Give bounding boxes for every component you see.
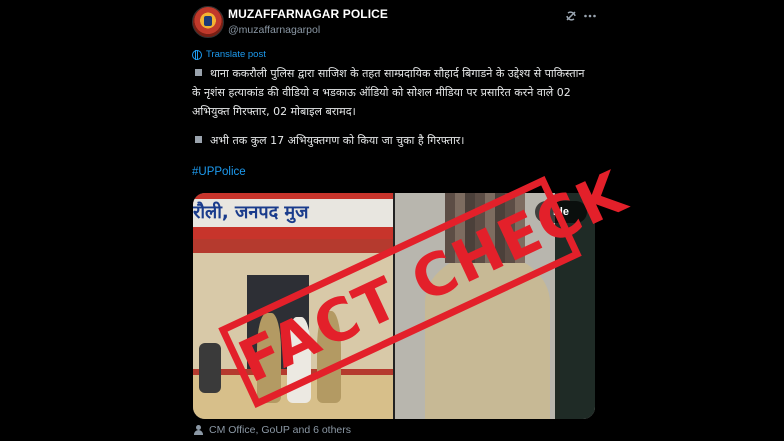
hide-button[interactable]: ide	[535, 201, 587, 223]
officer-figure	[317, 311, 341, 403]
more-icon[interactable]	[583, 9, 597, 23]
bullet-square-icon	[195, 136, 202, 143]
background-wall	[555, 193, 595, 419]
post-card: MUZAFFARNAGAR POLICE @muzaffarnagarpol T…	[178, 0, 608, 441]
grok-icon[interactable]	[564, 9, 578, 23]
station-signboard: रौली, जनपद मुज	[193, 193, 393, 239]
post-paragraph-1: थाना ककरौली पुलिस द्वारा साजिश के तहत सा…	[192, 67, 585, 118]
accused-figure	[287, 317, 311, 403]
hashtag-link[interactable]: #UPPolice	[192, 166, 246, 178]
accused-shirt	[425, 253, 550, 419]
blurred-face	[445, 193, 525, 263]
post-text-2: अभी तक कुल 17 अभियुक्तगण को किया जा चुका…	[192, 131, 592, 150]
tagged-people-label: CM Office, GoUP and 6 others	[209, 424, 352, 436]
accused-photo[interactable]: ide	[395, 193, 595, 419]
police-station-photo[interactable]: रौली, जनपद मुज	[193, 193, 393, 419]
globe-icon	[192, 49, 202, 60]
post-media[interactable]: रौली, जनपद मुज ide	[193, 193, 595, 419]
post-text: थाना ककरौली पुलिस द्वारा साजिश के तहत सा…	[192, 64, 592, 121]
station-awning	[193, 239, 393, 253]
motorbike	[199, 343, 221, 393]
translate-label: Translate post	[206, 49, 266, 60]
signboard-text: रौली, जनपद मुज	[193, 199, 393, 227]
tagged-people[interactable]: CM Office, GoUP and 6 others	[194, 424, 351, 436]
person-tag-icon	[194, 425, 203, 435]
author-name[interactable]: MUZAFFARNAGAR POLICE	[228, 7, 388, 21]
bullet-square-icon	[195, 69, 202, 76]
author-handle[interactable]: @muzaffarnagarpol	[228, 24, 320, 36]
officer-figure	[257, 313, 281, 403]
post-paragraph-2: अभी तक कुल 17 अभियुक्तगण को किया जा चुका…	[210, 134, 465, 147]
author-avatar[interactable]	[192, 6, 224, 38]
translate-post-link[interactable]: Translate post	[192, 49, 266, 60]
